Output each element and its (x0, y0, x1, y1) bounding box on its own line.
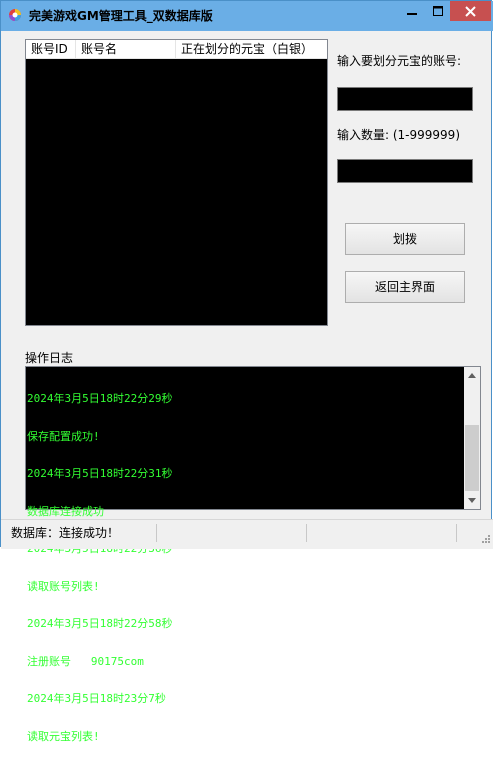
scroll-up-button[interactable] (464, 367, 480, 384)
minimize-icon (407, 13, 417, 15)
scroll-down-button[interactable] (464, 492, 480, 509)
title-bar[interactable]: 完美游戏GM管理工具_双数据库版 (1, 1, 493, 31)
app-logo-icon (9, 9, 21, 21)
scroll-thumb[interactable] (465, 425, 479, 491)
account-input[interactable] (337, 87, 473, 111)
quantity-label: 输入数量: (1-999999) (337, 128, 460, 142)
minimize-button[interactable] (399, 1, 425, 21)
status-db-connection: 数据库：连接成功！ (7, 524, 157, 542)
window-title: 完美游戏GM管理工具_双数据库版 (29, 9, 213, 23)
back-to-main-button[interactable]: 返回主界面 (345, 271, 465, 303)
log-line: 注册账号 90175com (27, 654, 144, 668)
log-textbox[interactable]: 2024年3月5日18时22分29秒 保存配置成功! 2024年3月5日18时2… (25, 366, 481, 742)
chevron-up-icon (468, 373, 476, 378)
close-button[interactable] (450, 1, 491, 21)
chevron-down-icon (468, 498, 476, 503)
log-line: 数据库连接成功 (27, 504, 104, 518)
status-pane-3 (307, 524, 457, 542)
log-content: 2024年3月5日18时22分29秒 保存配置成功! 2024年3月5日18时2… (27, 368, 464, 768)
log-label: 操作日志 (25, 351, 74, 365)
log-line: 2024年3月5日18时22分31秒 (27, 467, 173, 480)
log-line: 2024年3月5日18时22分58秒 (27, 617, 173, 630)
log-line: 2024年3月5日18时22分29秒 (27, 392, 173, 405)
quantity-input[interactable] (337, 159, 473, 183)
status-bar: 数据库：连接成功！ (1, 519, 493, 549)
log-line: 读取元宝列表! (27, 729, 100, 743)
log-line: 2024年3月5日18时23分7秒 (27, 692, 166, 705)
client-area: 账号ID 账号名 正在划分的元宝（白银） 输入要划分元宝的账号: 输入数量: (… (8, 31, 486, 742)
main-window: 完美游戏GM管理工具_双数据库版 账号ID 账号名 正在划分的元宝（白银） 输入… (0, 0, 493, 742)
log-line: 读取账号列表! (27, 579, 100, 593)
account-list-header: 账号ID 账号名 正在划分的元宝（白银） (26, 40, 327, 59)
maximize-icon (433, 6, 443, 16)
maximize-button[interactable] (425, 1, 451, 21)
account-list[interactable]: 账号ID 账号名 正在划分的元宝（白银） (25, 39, 328, 326)
column-pending-yuanbao[interactable]: 正在划分的元宝（白银） (176, 40, 327, 58)
resize-grip-icon[interactable] (479, 532, 491, 544)
status-pane-2 (157, 524, 307, 542)
close-icon (465, 5, 476, 17)
column-account-name[interactable]: 账号名 (76, 40, 176, 58)
account-label: 输入要划分元宝的账号: (337, 54, 462, 68)
log-line: 保存配置成功! (27, 429, 100, 443)
column-account-id[interactable]: 账号ID (26, 40, 76, 58)
transfer-button[interactable]: 划拨 (345, 223, 465, 255)
log-scrollbar[interactable] (464, 367, 480, 509)
